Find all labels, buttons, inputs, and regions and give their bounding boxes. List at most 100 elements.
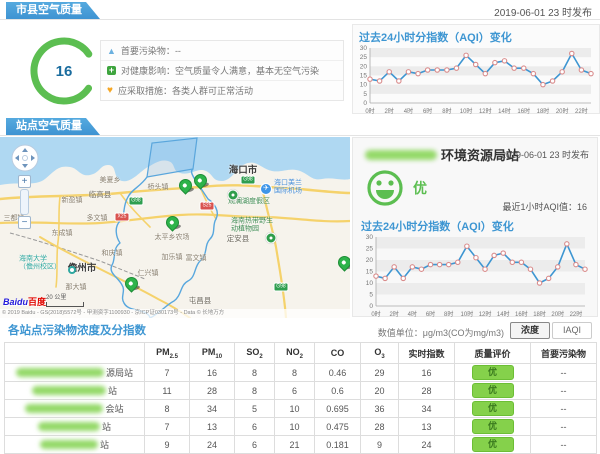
pollutant-table: PM2.5PM10SO2NO2COO3实时指数质量评价首要污染物 源局站7168… <box>4 342 597 454</box>
svg-text:15: 15 <box>366 269 374 276</box>
station-publish-date: 2019-06-01 23 时发布 <box>501 148 589 161</box>
pollutant-value: 24 <box>190 436 235 454</box>
info-row-health: + 对健康影响： 空气质量令人满意，基本无空气污染 <box>101 61 343 81</box>
table-row: 会站8345100.6953634优-- <box>5 400 597 418</box>
map-place-label: 和庆镇 <box>102 250 123 258</box>
map-place-label: 加乐镇 <box>162 254 183 262</box>
map-place-label: 海口美兰 国际机场 <box>274 179 302 194</box>
svg-text:15: 15 <box>360 73 368 80</box>
pollutant-value: 20 <box>361 382 399 400</box>
pollutant-value: 8 <box>145 400 190 418</box>
pollutant-value: 13 <box>190 418 235 436</box>
station-name-suffix: 站 <box>100 438 109 451</box>
svg-text:25: 25 <box>366 246 374 253</box>
pollutant-value: 0.475 <box>315 418 361 436</box>
info-label: 首要污染物： <box>121 44 175 57</box>
divider <box>0 135 600 136</box>
info-label: 对健康影响： <box>121 64 175 77</box>
svg-text:8时: 8时 <box>444 310 453 318</box>
road-shield: G98 <box>274 283 289 292</box>
tab-station-air-quality[interactable]: 站点空气质量 <box>6 118 100 135</box>
svg-text:5: 5 <box>363 91 367 98</box>
svg-text:14时: 14时 <box>498 107 511 115</box>
pollutant-value: 0.695 <box>315 400 361 418</box>
poi-attraction-icon <box>228 190 239 201</box>
tab-city-air-quality[interactable]: 市县空气质量 <box>6 2 100 19</box>
pollutant-value: 10 <box>275 400 315 418</box>
svg-text:0: 0 <box>363 100 367 107</box>
column-header <box>5 343 145 364</box>
map-place-label: 富文镇 <box>186 255 207 263</box>
info-label: 应采取措施： <box>118 84 172 97</box>
column-header: O3 <box>361 343 399 364</box>
toggle-iaqi[interactable]: IAQI <box>552 322 592 339</box>
svg-text:5: 5 <box>369 292 373 299</box>
column-header: 首要污染物 <box>531 343 597 364</box>
pollutant-value: 13 <box>399 418 455 436</box>
pollutant-value: 11 <box>145 382 190 400</box>
aqi-info-box: ▲ 首要污染物： -- + 对健康影响： 空气质量令人满意，基本无空气污染 ♥ … <box>100 40 344 101</box>
recent-aqi: 最近1小时AQI值：16 <box>502 200 587 213</box>
svg-text:18时: 18时 <box>537 107 550 115</box>
map-pan-control[interactable] <box>10 143 40 173</box>
map-place-label: 海南热带野生 动植物园 <box>231 217 273 232</box>
table-row: 站9246210.181924优-- <box>5 436 597 454</box>
svg-text:30: 30 <box>360 45 368 52</box>
station-name-suffix: 源局站 <box>106 366 133 379</box>
primary-pollutant-value: -- <box>531 436 597 454</box>
station-map[interactable]: 海口市儋州市临高县定安县屯昌县美夏乡桥头镇新盈镇三都镇多文镇东成镇和庆镇那大镇仁… <box>0 137 350 318</box>
svg-text:20: 20 <box>366 257 374 264</box>
svg-text:25: 25 <box>360 54 368 61</box>
table-row: 源局站716880.462916优-- <box>5 364 597 382</box>
info-value: 空气质量令人满意，基本无空气污染 <box>175 64 319 77</box>
health-cross-icon: + <box>107 66 116 75</box>
pollutant-value: 8 <box>235 364 275 382</box>
svg-text:10: 10 <box>366 280 374 287</box>
station-name-cell: 站 <box>5 420 144 433</box>
chart-title: 过去24小时分指数（AQI）变化 <box>353 25 599 45</box>
svg-text:10: 10 <box>360 82 368 89</box>
molecule-icon: ▲ <box>107 46 116 56</box>
svg-text:20: 20 <box>360 63 368 70</box>
pollutant-value: 16 <box>190 364 235 382</box>
pollutant-value: 28 <box>399 382 455 400</box>
university-icon <box>68 266 76 274</box>
divider <box>0 19 600 20</box>
zoom-in-button[interactable]: + <box>18 175 31 188</box>
svg-text:0时: 0时 <box>365 107 374 115</box>
map-place-label: 那大镇 <box>66 284 87 292</box>
map-place-label: 东成镇 <box>52 230 73 238</box>
svg-text:0时: 0时 <box>371 310 380 318</box>
svg-text:8时: 8时 <box>442 107 451 115</box>
map-place-label: 临高县 <box>89 191 112 199</box>
station-grade: 优 <box>413 178 427 198</box>
map-scale: 20 公里 <box>46 292 84 307</box>
toggle-concentration[interactable]: 浓度 <box>510 322 550 339</box>
zoom-out-button[interactable]: − <box>18 216 31 229</box>
zoom-slider[interactable] <box>20 189 29 215</box>
airport-icon: ✈ <box>260 183 272 195</box>
column-header: CO <box>315 343 361 364</box>
svg-text:22时: 22时 <box>570 310 583 318</box>
station-name-cell: 站 <box>5 438 144 451</box>
smiley-face-icon <box>365 168 405 208</box>
pollutant-value: 6 <box>275 382 315 400</box>
svg-text:18时: 18时 <box>533 310 546 318</box>
primary-pollutant-value: -- <box>531 382 597 400</box>
pollutant-value: 7 <box>145 418 190 436</box>
map-place-label: 屯昌县 <box>189 297 212 305</box>
svg-text:16时: 16时 <box>515 310 528 318</box>
quality-grade-badge: 优 <box>472 383 514 398</box>
map-attribution: © 2019 Baidu - GS(2018)5572号 - 甲测资字11009… <box>0 309 350 318</box>
svg-text:12时: 12时 <box>479 310 492 318</box>
pollutant-value: 6 <box>235 418 275 436</box>
pollutant-value: 7 <box>145 364 190 382</box>
svg-text:30: 30 <box>366 234 374 241</box>
station-name-cell: 会站 <box>5 402 144 415</box>
column-header: SO2 <box>235 343 275 364</box>
pollutant-value: 28 <box>190 382 235 400</box>
unit-note: 数值单位：μg/m3(CO为mg/m3) <box>378 326 504 339</box>
map-place-label: 美夏乡 <box>100 177 121 185</box>
info-row-primary-pollutant: ▲ 首要污染物： -- <box>101 41 343 61</box>
map-place-label: 太平乡农场 <box>155 234 190 242</box>
